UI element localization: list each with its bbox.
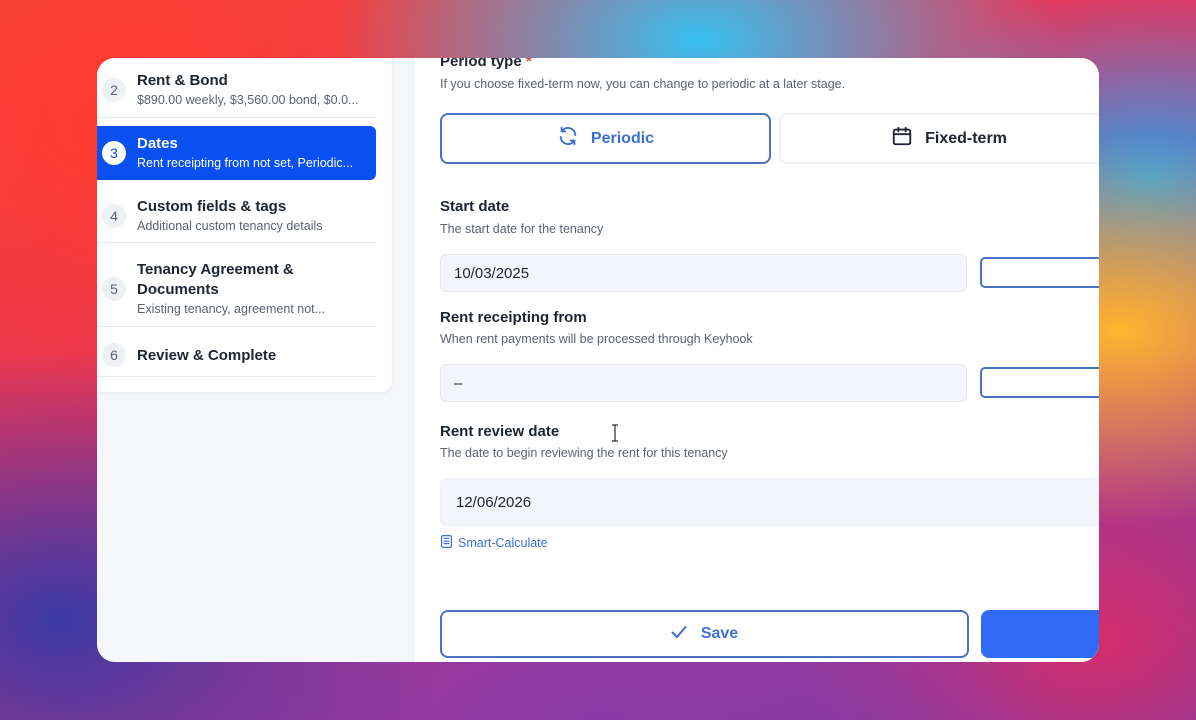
step-title: Dates <box>137 135 178 152</box>
steps-list: 2 Rent & Bond $890.00 weekly, $3,560.00 … <box>97 58 392 392</box>
rent-receipting-side-field[interactable] <box>980 367 1099 398</box>
required-mark: * <box>525 58 532 70</box>
step-number: 5 <box>102 277 126 301</box>
step-subtitle: Existing tenancy, agreement not... <box>137 302 326 316</box>
smart-calculate-label: Smart-Calculate <box>458 536 548 550</box>
rent-receipting-input[interactable]: – <box>440 364 967 402</box>
step-number: 4 <box>102 204 126 228</box>
step-title: Rent & Bond <box>137 72 228 89</box>
rent-review-value: 12/06/2026 <box>456 493 532 511</box>
start-date-help: The start date for the tenancy <box>440 222 604 236</box>
step-number: 2 <box>102 78 126 102</box>
rent-review-input[interactable]: 12/06/2026 <box>440 478 1099 526</box>
step-subtitle: $890.00 weekly, $3,560.00 bond, $0.0... <box>137 93 359 107</box>
periodic-label: Periodic <box>590 129 655 147</box>
start-date-value: 10/03/2025 <box>454 264 530 282</box>
calendar-icon <box>891 125 913 152</box>
step-title: Custom fields & tags <box>137 198 287 215</box>
rent-receipting-value: – <box>454 374 463 392</box>
app-window: 2 Rent & Bond $890.00 weekly, $3,560.00 … <box>97 58 1099 662</box>
primary-action-button[interactable] <box>981 610 1099 658</box>
start-date-label: Start date <box>440 198 510 215</box>
step-rent-bond[interactable]: 2 Rent & Bond $890.00 weekly, $3,560.00 … <box>97 58 376 118</box>
step-title: Review & Complete <box>137 347 277 364</box>
step-dates[interactable]: 3 Dates Rent receipting from not set, Pe… <box>97 126 376 180</box>
save-button[interactable]: Save <box>440 610 969 658</box>
check-icon <box>671 625 687 644</box>
sidebar: 2 Rent & Bond $890.00 weekly, $3,560.00 … <box>97 58 415 662</box>
period-type-help: If you choose fixed-term now, you can ch… <box>440 77 846 91</box>
period-type-label: Period type * <box>440 58 532 70</box>
fixed-term-label: Fixed-term <box>925 129 1007 147</box>
step-number: 6 <box>102 343 126 367</box>
rent-receipting-label: Rent receipting from <box>440 309 587 326</box>
fixed-term-option[interactable]: Fixed-term <box>779 113 1099 164</box>
save-label: Save <box>700 625 739 642</box>
step-subtitle: Additional custom tenancy details <box>137 219 323 233</box>
refresh-icon <box>557 125 579 152</box>
step-title: Tenancy Agreement & Documents <box>137 261 294 298</box>
rent-receipting-help: When rent payments will be processed thr… <box>440 332 753 346</box>
dates-form: Period type * If you choose fixed-term n… <box>415 58 1099 662</box>
step-review-complete[interactable]: 6 Review & Complete <box>97 335 376 377</box>
rent-review-help: The date to begin reviewing the rent for… <box>440 446 728 460</box>
step-subtitle: Rent receipting from not set, Periodic..… <box>137 156 354 170</box>
start-date-side-field[interactable] <box>980 257 1099 288</box>
step-custom-fields[interactable]: 4 Custom fields & tags Additional custom… <box>97 189 376 243</box>
text-cursor-icon <box>611 424 619 442</box>
smart-calculate-link[interactable]: Smart-Calculate <box>441 535 548 551</box>
step-tenancy-agreement[interactable]: 5 Tenancy Agreement & Documents Existing… <box>97 251 376 327</box>
calculator-icon <box>441 535 453 551</box>
start-date-input[interactable]: 10/03/2025 <box>440 254 967 292</box>
periodic-option[interactable]: Periodic <box>440 113 771 164</box>
rent-review-label: Rent review date <box>440 423 560 440</box>
step-number: 3 <box>102 141 126 165</box>
